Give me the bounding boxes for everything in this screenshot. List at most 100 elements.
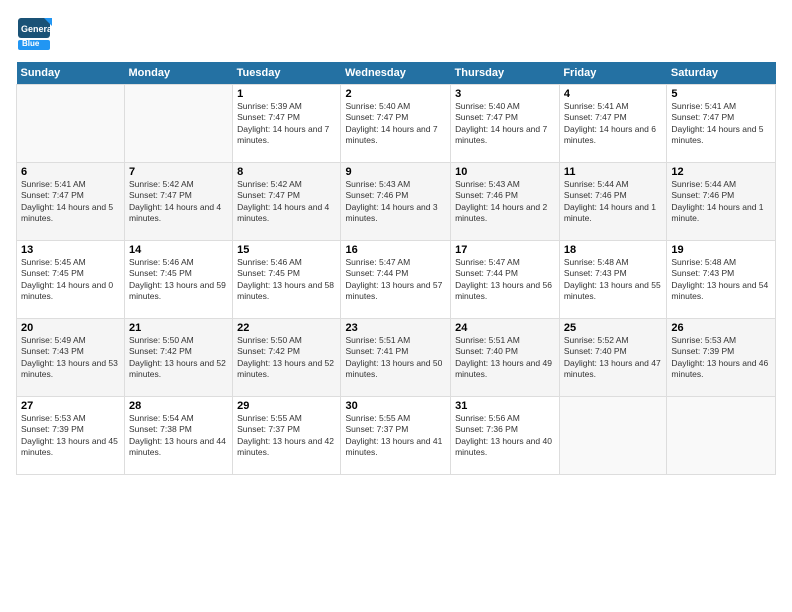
day-info: Sunrise: 5:52 AM Sunset: 7:40 PM Dayligh… [564,335,663,381]
day-info: Sunrise: 5:42 AM Sunset: 7:47 PM Dayligh… [129,179,228,225]
day-info: Sunrise: 5:51 AM Sunset: 7:41 PM Dayligh… [345,335,446,381]
day-info: Sunrise: 5:41 AM Sunset: 7:47 PM Dayligh… [671,101,771,147]
calendar-cell: 4Sunrise: 5:41 AM Sunset: 7:47 PM Daylig… [559,85,667,163]
calendar-cell: 7Sunrise: 5:42 AM Sunset: 7:47 PM Daylig… [125,163,233,241]
day-info: Sunrise: 5:49 AM Sunset: 7:43 PM Dayligh… [21,335,120,381]
calendar-cell: 20Sunrise: 5:49 AM Sunset: 7:43 PM Dayli… [17,319,125,397]
day-number: 26 [671,322,771,334]
weekday-header: Saturday [667,62,776,85]
calendar-cell: 8Sunrise: 5:42 AM Sunset: 7:47 PM Daylig… [233,163,341,241]
calendar-week-row: 27Sunrise: 5:53 AM Sunset: 7:39 PM Dayli… [17,397,776,475]
day-number: 27 [21,400,120,412]
day-number: 24 [455,322,555,334]
calendar-cell: 11Sunrise: 5:44 AM Sunset: 7:46 PM Dayli… [559,163,667,241]
day-number: 28 [129,400,228,412]
day-number: 23 [345,322,446,334]
calendar-cell: 23Sunrise: 5:51 AM Sunset: 7:41 PM Dayli… [341,319,451,397]
day-info: Sunrise: 5:48 AM Sunset: 7:43 PM Dayligh… [671,257,771,303]
svg-text:Blue: Blue [22,39,40,48]
day-number: 17 [455,244,555,256]
calendar-week-row: 1Sunrise: 5:39 AM Sunset: 7:47 PM Daylig… [17,85,776,163]
day-info: Sunrise: 5:41 AM Sunset: 7:47 PM Dayligh… [564,101,663,147]
calendar-cell [125,85,233,163]
calendar-cell: 9Sunrise: 5:43 AM Sunset: 7:46 PM Daylig… [341,163,451,241]
day-number: 2 [345,88,446,100]
day-info: Sunrise: 5:44 AM Sunset: 7:46 PM Dayligh… [671,179,771,225]
day-number: 15 [237,244,336,256]
calendar-cell: 10Sunrise: 5:43 AM Sunset: 7:46 PM Dayli… [451,163,560,241]
day-info: Sunrise: 5:40 AM Sunset: 7:47 PM Dayligh… [345,101,446,147]
day-info: Sunrise: 5:43 AM Sunset: 7:46 PM Dayligh… [345,179,446,225]
day-info: Sunrise: 5:45 AM Sunset: 7:45 PM Dayligh… [21,257,120,303]
calendar-cell: 5Sunrise: 5:41 AM Sunset: 7:47 PM Daylig… [667,85,776,163]
calendar-cell: 29Sunrise: 5:55 AM Sunset: 7:37 PM Dayli… [233,397,341,475]
day-info: Sunrise: 5:47 AM Sunset: 7:44 PM Dayligh… [345,257,446,303]
calendar-cell: 28Sunrise: 5:54 AM Sunset: 7:38 PM Dayli… [125,397,233,475]
day-info: Sunrise: 5:54 AM Sunset: 7:38 PM Dayligh… [129,413,228,459]
day-info: Sunrise: 5:40 AM Sunset: 7:47 PM Dayligh… [455,101,555,147]
weekday-header: Thursday [451,62,560,85]
day-number: 13 [21,244,120,256]
day-number: 14 [129,244,228,256]
day-number: 20 [21,322,120,334]
calendar-cell: 3Sunrise: 5:40 AM Sunset: 7:47 PM Daylig… [451,85,560,163]
day-info: Sunrise: 5:41 AM Sunset: 7:47 PM Dayligh… [21,179,120,225]
day-info: Sunrise: 5:50 AM Sunset: 7:42 PM Dayligh… [237,335,336,381]
day-number: 30 [345,400,446,412]
calendar-header-row: SundayMondayTuesdayWednesdayThursdayFrid… [17,62,776,85]
day-number: 6 [21,166,120,178]
day-info: Sunrise: 5:56 AM Sunset: 7:36 PM Dayligh… [455,413,555,459]
calendar-cell: 6Sunrise: 5:41 AM Sunset: 7:47 PM Daylig… [17,163,125,241]
calendar-cell: 30Sunrise: 5:55 AM Sunset: 7:37 PM Dayli… [341,397,451,475]
day-info: Sunrise: 5:50 AM Sunset: 7:42 PM Dayligh… [129,335,228,381]
day-info: Sunrise: 5:39 AM Sunset: 7:47 PM Dayligh… [237,101,336,147]
day-info: Sunrise: 5:43 AM Sunset: 7:46 PM Dayligh… [455,179,555,225]
weekday-header: Wednesday [341,62,451,85]
logo: General Blue [16,16,54,52]
calendar-cell: 17Sunrise: 5:47 AM Sunset: 7:44 PM Dayli… [451,241,560,319]
svg-text:General: General [21,24,52,34]
calendar-cell [667,397,776,475]
day-number: 22 [237,322,336,334]
page-header: General Blue [16,16,776,52]
calendar-cell: 26Sunrise: 5:53 AM Sunset: 7:39 PM Dayli… [667,319,776,397]
day-number: 7 [129,166,228,178]
logo-icon: General Blue [16,16,52,52]
day-info: Sunrise: 5:48 AM Sunset: 7:43 PM Dayligh… [564,257,663,303]
calendar-cell: 12Sunrise: 5:44 AM Sunset: 7:46 PM Dayli… [667,163,776,241]
day-info: Sunrise: 5:55 AM Sunset: 7:37 PM Dayligh… [237,413,336,459]
calendar-cell: 31Sunrise: 5:56 AM Sunset: 7:36 PM Dayli… [451,397,560,475]
day-number: 18 [564,244,663,256]
calendar-cell: 15Sunrise: 5:46 AM Sunset: 7:45 PM Dayli… [233,241,341,319]
calendar-week-row: 13Sunrise: 5:45 AM Sunset: 7:45 PM Dayli… [17,241,776,319]
day-number: 9 [345,166,446,178]
calendar-cell: 22Sunrise: 5:50 AM Sunset: 7:42 PM Dayli… [233,319,341,397]
calendar-cell: 2Sunrise: 5:40 AM Sunset: 7:47 PM Daylig… [341,85,451,163]
calendar-week-row: 20Sunrise: 5:49 AM Sunset: 7:43 PM Dayli… [17,319,776,397]
weekday-header: Sunday [17,62,125,85]
calendar-cell: 25Sunrise: 5:52 AM Sunset: 7:40 PM Dayli… [559,319,667,397]
calendar-cell: 14Sunrise: 5:46 AM Sunset: 7:45 PM Dayli… [125,241,233,319]
calendar-cell: 24Sunrise: 5:51 AM Sunset: 7:40 PM Dayli… [451,319,560,397]
day-number: 5 [671,88,771,100]
day-number: 25 [564,322,663,334]
calendar-cell: 18Sunrise: 5:48 AM Sunset: 7:43 PM Dayli… [559,241,667,319]
day-number: 3 [455,88,555,100]
calendar-cell [17,85,125,163]
calendar-week-row: 6Sunrise: 5:41 AM Sunset: 7:47 PM Daylig… [17,163,776,241]
weekday-header: Friday [559,62,667,85]
day-info: Sunrise: 5:55 AM Sunset: 7:37 PM Dayligh… [345,413,446,459]
calendar-table: SundayMondayTuesdayWednesdayThursdayFrid… [16,62,776,475]
weekday-header: Monday [125,62,233,85]
day-number: 31 [455,400,555,412]
calendar-cell: 21Sunrise: 5:50 AM Sunset: 7:42 PM Dayli… [125,319,233,397]
calendar-cell: 16Sunrise: 5:47 AM Sunset: 7:44 PM Dayli… [341,241,451,319]
calendar-cell: 13Sunrise: 5:45 AM Sunset: 7:45 PM Dayli… [17,241,125,319]
day-info: Sunrise: 5:53 AM Sunset: 7:39 PM Dayligh… [21,413,120,459]
day-number: 1 [237,88,336,100]
day-info: Sunrise: 5:46 AM Sunset: 7:45 PM Dayligh… [237,257,336,303]
day-number: 21 [129,322,228,334]
calendar-body: 1Sunrise: 5:39 AM Sunset: 7:47 PM Daylig… [17,85,776,475]
day-info: Sunrise: 5:51 AM Sunset: 7:40 PM Dayligh… [455,335,555,381]
day-info: Sunrise: 5:44 AM Sunset: 7:46 PM Dayligh… [564,179,663,225]
